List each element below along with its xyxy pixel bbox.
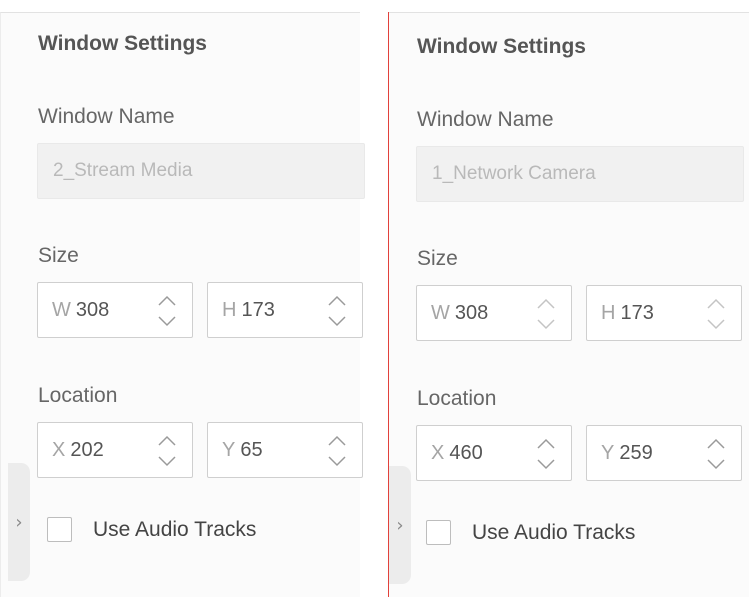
size-label: Size — [38, 244, 79, 267]
window-settings-comparison: Window Settings Window Name 2_Stream Med… — [0, 0, 751, 597]
width-prefix: W — [52, 298, 71, 321]
height-input[interactable]: H 173 — [586, 285, 742, 341]
stepper-up-down-icon[interactable] — [326, 291, 348, 331]
window-name-field: 2_Stream Media — [37, 143, 365, 199]
panel-heading: Window Settings — [38, 32, 207, 55]
window-name-field: 1_Network Camera — [416, 146, 744, 202]
y-input[interactable]: Y 65 — [207, 422, 363, 478]
use-audio-tracks-label[interactable]: Use Audio Tracks — [472, 521, 635, 545]
window-name-label: Window Name — [417, 108, 554, 131]
stepper-up-down-icon[interactable] — [156, 291, 178, 331]
stepper-up-down-icon[interactable] — [326, 431, 348, 471]
x-prefix: X — [52, 438, 66, 461]
window-name-label: Window Name — [38, 105, 175, 128]
stepper-up-down-icon[interactable] — [705, 294, 727, 334]
x-input[interactable]: X 460 — [416, 425, 572, 481]
height-value: 173 — [241, 298, 275, 321]
chevron-right-icon[interactable]: › — [8, 463, 30, 581]
height-prefix: H — [222, 298, 237, 321]
x-value: 460 — [449, 441, 483, 464]
y-value: 259 — [619, 441, 653, 464]
size-label: Size — [417, 247, 458, 270]
width-value: 308 — [454, 301, 489, 324]
use-audio-tracks-label[interactable]: Use Audio Tracks — [93, 518, 256, 542]
y-value: 65 — [240, 438, 263, 461]
location-label: Location — [38, 384, 118, 407]
y-prefix: Y — [601, 441, 615, 464]
stepper-up-down-icon[interactable] — [535, 434, 557, 474]
settings-panel-right: Window Settings Window Name 1_Network Ca… — [389, 12, 749, 597]
chevron-right-icon[interactable]: › — [389, 466, 411, 584]
settings-panel-left: Window Settings Window Name 2_Stream Med… — [0, 12, 365, 597]
window-name-value: 2_Stream Media — [53, 160, 193, 181]
width-input[interactable]: W 308 — [416, 285, 572, 341]
stepper-up-down-icon[interactable] — [156, 431, 178, 471]
panel-heading: Window Settings — [417, 35, 586, 58]
width-input[interactable]: W 308 — [37, 282, 193, 338]
width-prefix: W — [431, 301, 450, 324]
height-value: 173 — [620, 301, 654, 324]
width-value: 308 — [75, 298, 110, 321]
y-prefix: Y — [222, 438, 236, 461]
y-input[interactable]: Y 259 — [586, 425, 742, 481]
stepper-up-down-icon[interactable] — [535, 294, 557, 334]
height-input[interactable]: H 173 — [207, 282, 363, 338]
stepper-up-down-icon[interactable] — [705, 434, 727, 474]
height-prefix: H — [601, 301, 616, 324]
window-name-value: 1_Network Camera — [432, 163, 596, 184]
use-audio-tracks-checkbox[interactable] — [426, 520, 451, 545]
use-audio-tracks-checkbox[interactable] — [47, 517, 72, 542]
x-prefix: X — [431, 441, 445, 464]
x-value: 202 — [70, 438, 104, 461]
location-label: Location — [417, 387, 497, 410]
x-input[interactable]: X 202 — [37, 422, 193, 478]
